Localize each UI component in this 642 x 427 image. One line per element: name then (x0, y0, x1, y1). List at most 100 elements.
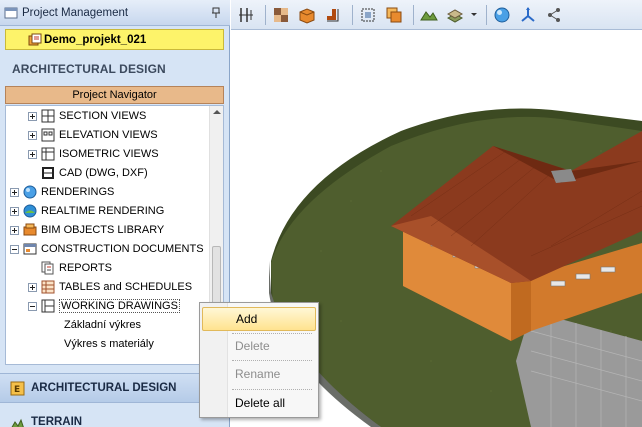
bottom-tab-label: TERRAIN (31, 416, 83, 427)
terrain-dropdown-arrow[interactable] (470, 4, 478, 26)
layers-button[interactable] (383, 4, 405, 26)
tree-item-label: REPORTS (59, 262, 112, 274)
share-button[interactable] (543, 4, 565, 26)
tree-item-label: Výkres s materiály (64, 338, 154, 350)
elevation-views-icon (41, 128, 55, 142)
menu-item-delete[interactable]: Delete (202, 334, 316, 358)
renderings-icon (23, 185, 37, 199)
collapse-toggle[interactable] (28, 301, 37, 311)
tree-item-isometric-views[interactable]: ISOMETRIC VIEWS (28, 145, 159, 163)
project-tree: SECTION VIEWS ELEVATION VIEWS ISOMETRIC … (5, 105, 224, 365)
sphere-icon (494, 7, 510, 22)
texture-tool-button[interactable] (270, 4, 292, 26)
bim-library-icon (23, 223, 37, 236)
menu-item-rename[interactable]: Rename (202, 362, 316, 386)
tree-item-tables-and-schedules[interactable]: TABLES and SCHEDULES (28, 278, 192, 296)
tree-item-bim-objects-library[interactable]: BIM OBJECTS LIBRARY (10, 221, 164, 239)
tree-item-label: RENDERINGS (41, 186, 115, 198)
sphere-view-button[interactable] (491, 4, 513, 26)
tree-item-vykres-s-materialy[interactable]: Výkres s materiály (64, 335, 154, 353)
share-icon (548, 7, 560, 22)
tables-icon (41, 280, 55, 294)
checker-texture-icon (274, 7, 288, 22)
cad-icon (42, 167, 54, 179)
scroll-up-icon[interactable] (213, 110, 221, 114)
terrain-options-button[interactable] (444, 4, 466, 26)
tree-item-label: CAD (DWG, DXF) (59, 167, 148, 179)
pipe-tool-button[interactable] (322, 4, 344, 26)
isometric-views-icon (41, 147, 55, 161)
select-region-icon (361, 8, 375, 21)
toolbar-separator (265, 4, 266, 25)
toolbar-separator (352, 4, 353, 25)
axis-tool-button[interactable] (517, 4, 539, 26)
terrain-view-icon (420, 10, 438, 20)
menu-separator (232, 389, 312, 390)
expand-toggle[interactable] (10, 206, 19, 216)
bottom-tab-terrain[interactable]: TERRAIN (0, 410, 229, 427)
dimension-icon (239, 7, 253, 22)
box-material-icon (299, 7, 315, 24)
view-toolbar (231, 0, 642, 30)
terrain-icon (11, 418, 24, 427)
panel-title: Project Management (22, 6, 129, 19)
working-drawings-icon (41, 299, 55, 313)
realtime-rendering-icon (23, 204, 37, 218)
collapse-toggle[interactable] (10, 244, 19, 254)
tree-item-label: Základní výkres (64, 319, 142, 331)
bottom-tab-architectural-design[interactable]: E ARCHITECTURAL DESIGN (0, 373, 229, 403)
construction-documents-icon (23, 243, 37, 255)
expand-toggle[interactable] (10, 225, 19, 235)
architectural-design-icon: E (10, 381, 25, 395)
tree-item-label: BIM OBJECTS LIBRARY (41, 224, 165, 236)
project-management-panel: Project Management Demo_projekt_021 ARCH… (0, 0, 230, 427)
project-management-icon (4, 7, 18, 18)
reports-icon (41, 261, 54, 275)
expand-toggle[interactable] (28, 111, 37, 121)
tree-item-label: SECTION VIEWS (59, 110, 147, 122)
tree-item-label: TABLES and SCHEDULES (59, 281, 193, 293)
toolbar-separator (413, 4, 414, 25)
layers-icon (386, 7, 402, 22)
tree-item-realtime-rendering[interactable]: REALTIME RENDERING (10, 202, 164, 220)
tree-item-section-views[interactable]: SECTION VIEWS (28, 107, 146, 125)
expand-toggle[interactable] (28, 130, 37, 140)
pin-icon[interactable] (212, 7, 220, 19)
tree-item-label: ELEVATION VIEWS (59, 129, 158, 141)
svg-text:E: E (14, 385, 20, 395)
dimension-tool-button[interactable] (235, 4, 257, 26)
project-icon (28, 33, 42, 46)
menu-item-add[interactable]: Add (202, 307, 316, 331)
tree-item-cad[interactable]: CAD (DWG, DXF) (41, 164, 148, 182)
project-navigator-bar[interactable]: Project Navigator (5, 86, 224, 104)
tree-item-label: WORKING DRAWINGS (59, 299, 180, 313)
select-region-button[interactable] (357, 4, 379, 26)
tree-item-construction-documents[interactable]: CONSTRUCTION DOCUMENTS (10, 240, 204, 258)
material-tool-button[interactable] (296, 4, 318, 26)
tree-item-working-drawings[interactable]: WORKING DRAWINGS (28, 297, 180, 315)
tree-item-renderings[interactable]: RENDERINGS (10, 183, 114, 201)
bottom-tab-label: ARCHITECTURAL DESIGN (31, 382, 177, 394)
pipe-icon (327, 8, 339, 21)
section-views-icon (41, 109, 55, 123)
tree-item-label: ISOMETRIC VIEWS (59, 148, 159, 160)
expand-toggle[interactable] (28, 149, 37, 159)
axis-icon (521, 6, 535, 22)
terrain-view-button[interactable] (418, 4, 440, 26)
tree-item-label: CONSTRUCTION DOCUMENTS (41, 243, 204, 255)
menu-item-delete-all[interactable]: Delete all (202, 391, 316, 415)
expand-toggle[interactable] (10, 187, 19, 197)
toolbar-separator (486, 4, 487, 25)
tree-item-label: REALTIME RENDERING (41, 205, 165, 217)
panel-header: Project Management (0, 0, 230, 26)
terrain-layer-icon (446, 8, 464, 23)
tree-item-zakladni-vykres[interactable]: Základní výkres (64, 316, 141, 334)
project-name: Demo_projekt_021 (44, 33, 147, 46)
menu-separator (232, 360, 312, 361)
project-name-box[interactable]: Demo_projekt_021 (5, 29, 224, 50)
section-title: ARCHITECTURAL DESIGN (12, 62, 166, 76)
tree-item-reports[interactable]: REPORTS (41, 259, 112, 277)
expand-toggle[interactable] (28, 282, 37, 292)
context-menu: Add Delete Rename Delete all (199, 302, 319, 418)
tree-item-elevation-views[interactable]: ELEVATION VIEWS (28, 126, 158, 144)
